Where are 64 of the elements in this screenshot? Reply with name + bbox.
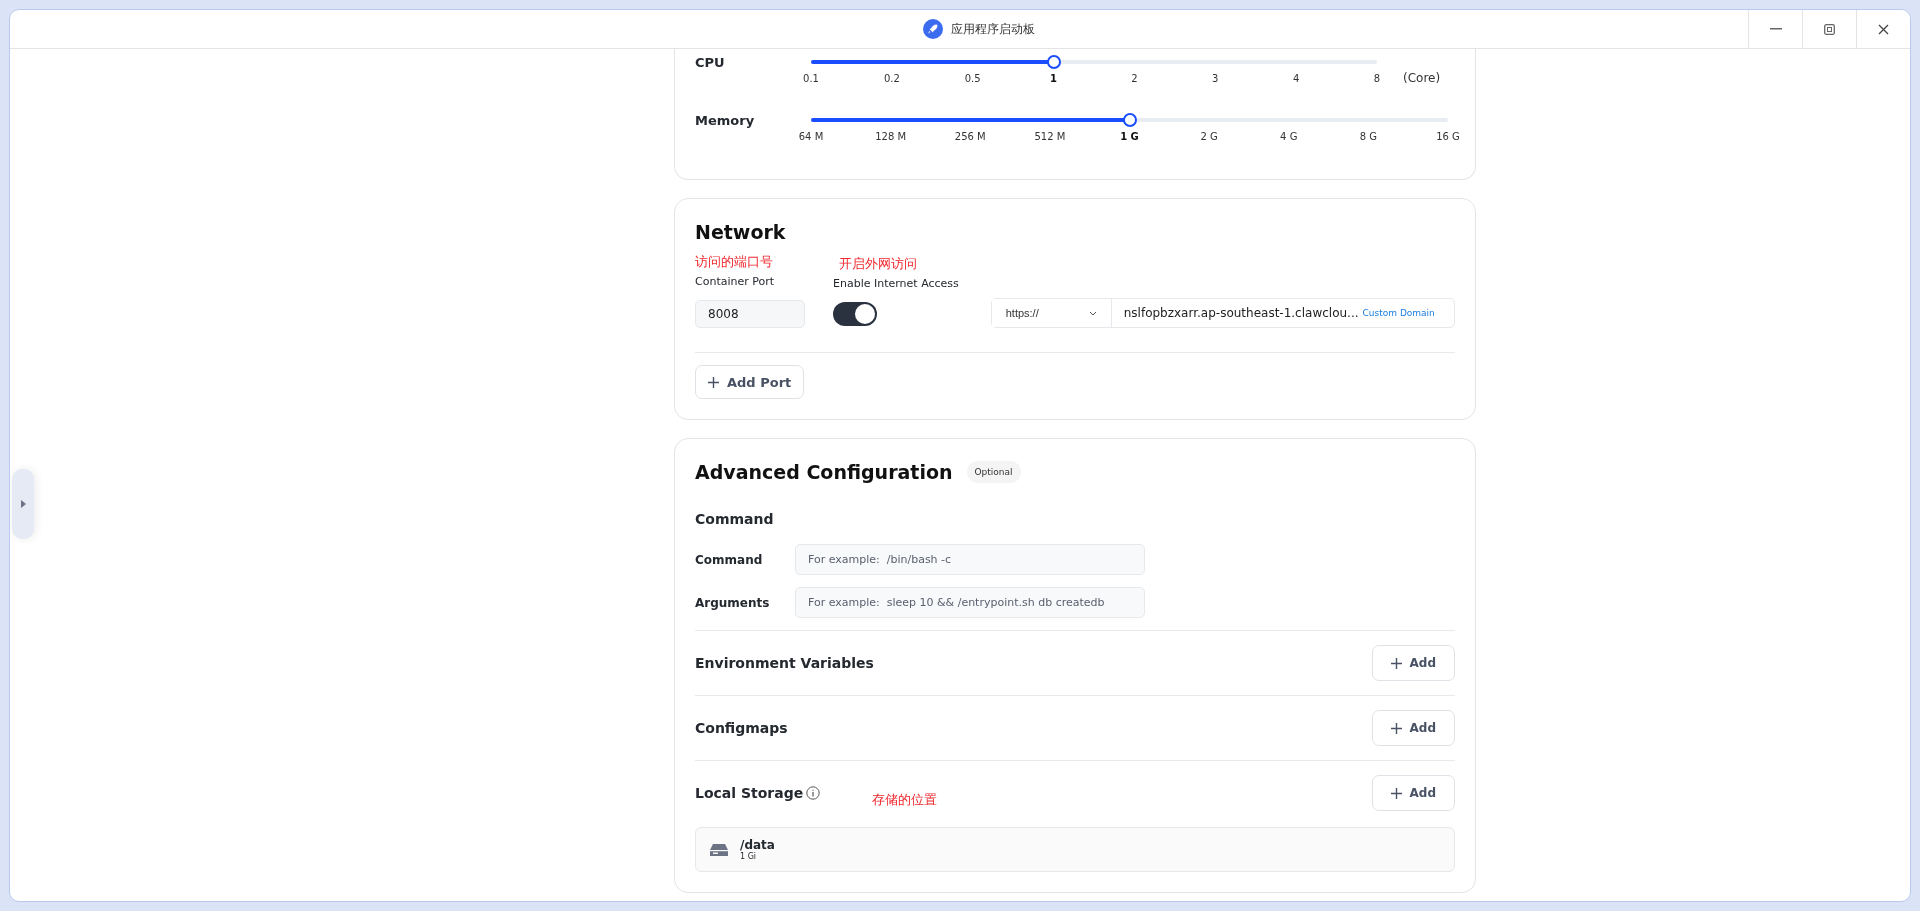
- field-label: Container Port: [695, 275, 776, 288]
- window-title: 应用程序启动板: [951, 20, 1035, 38]
- storage-size: 1 Gi: [740, 852, 758, 861]
- plus-icon: [708, 376, 719, 388]
- custom-domain-link[interactable]: Custom Domain: [1362, 308, 1435, 318]
- command-input[interactable]: For example: /bin/bash -c: [795, 544, 1145, 575]
- tick-label: 2: [1131, 73, 1138, 84]
- info-icon: [806, 786, 821, 800]
- annotation-text: 存储的位置: [872, 791, 938, 809]
- domain-text: nslfopbzxarr.ap-southeast-1.clawclou...: [1122, 306, 1359, 320]
- slider-track[interactable]: [811, 113, 1448, 127]
- port-field[interactable]: 8008: [695, 300, 805, 328]
- add-button[interactable]: Add: [1371, 645, 1455, 681]
- restore-icon: [1824, 23, 1835, 35]
- subsection-title: Environment Variables: [695, 655, 874, 671]
- slider-track[interactable]: [811, 55, 1377, 69]
- tick-label: 16 G: [1436, 131, 1460, 142]
- expand-sidebar-handle[interactable]: [12, 469, 34, 539]
- plus-icon: [1390, 787, 1402, 799]
- field-label: Command: [695, 552, 764, 567]
- close-icon: [1878, 23, 1889, 35]
- command-input[interactable]: For example: sleep 10 && /entrypoint.sh db createdb: [795, 587, 1145, 618]
- section-title: Advanced Configuration: [695, 461, 953, 483]
- slider-label: Memory: [695, 112, 756, 128]
- internet-access-toggle[interactable]: [833, 302, 877, 326]
- tick-label: 512 M: [1034, 131, 1066, 142]
- slider-thumb[interactable]: [1122, 113, 1137, 127]
- slider-label: CPU: [695, 54, 726, 70]
- tick-label: 4 G: [1280, 131, 1298, 142]
- add-port-button[interactable]: Add Port: [695, 365, 805, 399]
- plus-icon: [1390, 722, 1402, 734]
- add-button[interactable]: Add: [1371, 775, 1455, 811]
- tick-label: 64 M: [798, 131, 824, 142]
- add-button[interactable]: Add: [1371, 710, 1455, 746]
- subsection-title: Local Storage: [695, 785, 804, 801]
- tick-label: 0.5: [964, 73, 981, 84]
- tick-label: 2 G: [1200, 131, 1218, 142]
- storage-path: /data: [740, 838, 775, 852]
- tick-label: 0.1: [803, 73, 819, 84]
- subsection-title: Configmaps: [695, 720, 788, 736]
- slider-thumb[interactable]: [1046, 55, 1061, 69]
- unit-label: (Core): [1403, 71, 1441, 85]
- tick-label: 128 M: [875, 131, 907, 142]
- field-label: Arguments: [695, 595, 771, 610]
- optional-tag: Optional: [966, 461, 1021, 483]
- chevron-down-icon: [1088, 310, 1097, 316]
- tick-label: 1 G: [1120, 131, 1139, 142]
- tick-label: 8 G: [1359, 131, 1377, 142]
- subsection-title: Command: [695, 511, 774, 527]
- tick-label: 3: [1212, 73, 1219, 84]
- tick-label: 4: [1292, 73, 1300, 84]
- annotation-text: 开启外网访问: [838, 255, 918, 273]
- tick-label: 0.2: [883, 73, 900, 84]
- tick-label: 8: [1373, 73, 1381, 84]
- tick-label: 1: [1050, 73, 1058, 84]
- field-label: Enable Internet Access: [833, 277, 960, 290]
- minimize-icon: [1769, 28, 1782, 30]
- plus-icon: [1390, 657, 1402, 669]
- section-title: Network: [695, 221, 786, 243]
- tick-label: 256 M: [954, 131, 986, 142]
- storage-item[interactable]: /data 1 Gi: [695, 827, 1455, 872]
- protocol-dropdown[interactable]: https://: [991, 299, 1112, 327]
- annotation-text: 访问的端口号: [695, 253, 774, 271]
- rocket-icon: [923, 19, 943, 39]
